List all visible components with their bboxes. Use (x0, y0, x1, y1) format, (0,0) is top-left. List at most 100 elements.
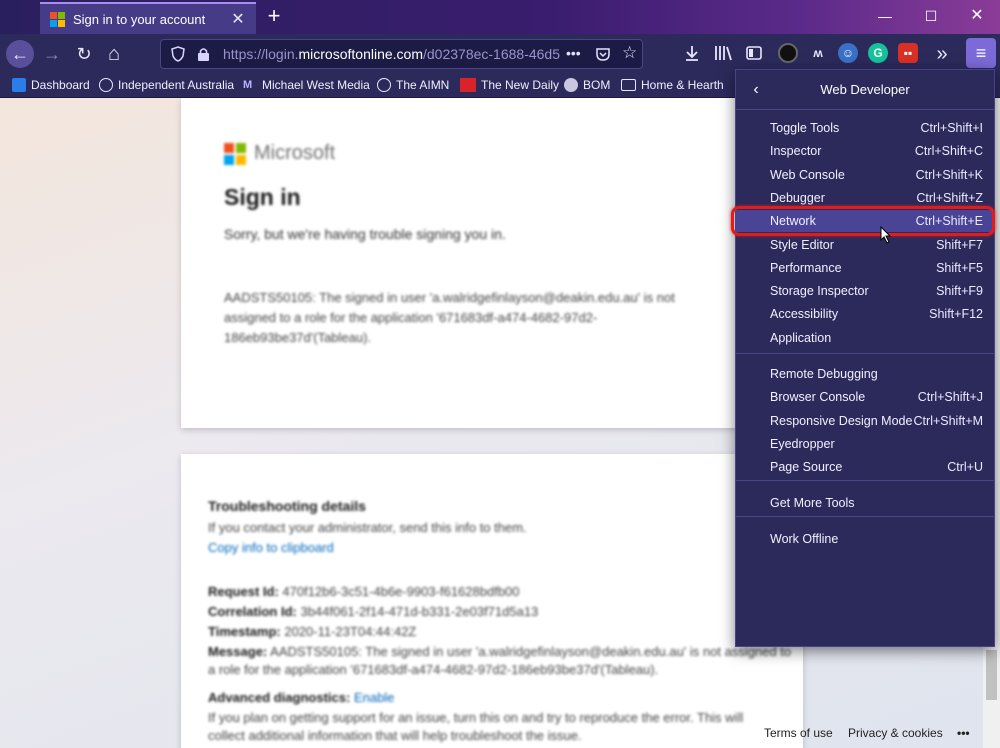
library-icon[interactable] (713, 44, 733, 62)
reload-button[interactable]: ↻ (70, 40, 98, 68)
menu-item-remote-debugging[interactable]: Remote Debugging (736, 363, 994, 385)
bookmark-label: Michael West Media (262, 78, 370, 92)
menu-item-shortcut: Ctrl+Shift+Z (916, 190, 983, 205)
lock-icon[interactable] (197, 47, 210, 62)
brand-name: Microsoft (254, 142, 336, 164)
menu-item-shortcut: Ctrl+Shift+C (914, 144, 983, 159)
menu-item-style-editor[interactable]: Style Editor Shift+F7 (736, 234, 994, 256)
menu-item-page-source[interactable]: Page Source Ctrl+U (736, 456, 994, 478)
extension-avatar-icon[interactable]: ☺ (838, 43, 858, 63)
correlation-id-value: 3b44f061-2f14-471d-b331-2e03f71d5a13 (300, 604, 539, 619)
shield-icon[interactable] (171, 46, 185, 62)
menu-item-eyedropper[interactable]: Eyedropper (736, 433, 994, 455)
menu-item-storage-inspector[interactable]: Storage Inspector Shift+F9 (736, 280, 994, 302)
menu-button[interactable]: ≡ (966, 38, 996, 68)
bookmark-label: Dashboard (31, 78, 90, 92)
request-id-value: 470f12b6-3c51-4b6e-9903-f61628bdfb00 (282, 584, 520, 599)
menu-item-performance[interactable]: Performance Shift+F5 (736, 257, 994, 279)
bookmark-bom[interactable]: BOM (564, 76, 610, 94)
menu-item-inspector[interactable]: Inspector Ctrl+Shift+C (736, 140, 994, 162)
pocket-icon[interactable] (595, 46, 611, 62)
message-value: AADSTS50105: The signed in user 'a.walri… (270, 644, 792, 659)
overflow-extensions-button[interactable]: » (928, 40, 956, 68)
extension-red-icon[interactable]: ▪▪ (898, 43, 918, 63)
correlation-id-label: Correlation Id: (208, 604, 297, 619)
highlight-annotation (731, 206, 995, 236)
url-path: /d02378ec-1688-46d5 (423, 46, 561, 62)
mw-logo-icon: M (243, 79, 253, 91)
menu-item-shortcut: Ctrl+Shift+J (917, 390, 983, 405)
menu-item-shortcut: Shift+F7 (936, 237, 983, 252)
bookmark-independent-australia[interactable]: Independent Australia (99, 76, 234, 94)
tab-sign-in[interactable]: Sign in to your account ✕ (40, 2, 256, 34)
menu-item-shortcut: Ctrl+Shift+M (913, 413, 983, 428)
home-button[interactable]: ⌂ (100, 40, 128, 68)
advanced-diagnostics-label: Advanced diagnostics: (208, 690, 351, 705)
menu-header: ‹ Web Developer (736, 70, 994, 110)
menu-item-get-more-tools[interactable]: Get More Tools (736, 492, 994, 514)
bookmark-michael-west-media[interactable]: M Michael West Media (243, 76, 370, 94)
page-actions-icon[interactable]: ••• (566, 45, 581, 61)
privacy-link[interactable]: Privacy & cookies (848, 726, 943, 740)
menu-item-work-offline[interactable]: Work Offline (736, 528, 994, 550)
close-tab-icon[interactable]: ✕ (230, 9, 246, 29)
message-row: Message: AADSTS50105: The signed in user… (208, 644, 791, 659)
menu-item-label: Inspector (770, 144, 822, 159)
menu-item-shortcut: Ctrl+Shift+I (920, 121, 983, 135)
bookmark-dashboard[interactable]: Dashboard (12, 76, 90, 94)
page-title: Sign in (224, 184, 301, 210)
url-bar[interactable]: https://login.microsoftonline.com/d02378… (160, 39, 643, 69)
contact-text: If you contact your administrator, send … (208, 520, 527, 535)
menu-item-label: Style Editor (770, 237, 834, 252)
bookmark-star-icon[interactable]: ☆ (622, 43, 637, 63)
bom-logo-icon (564, 78, 578, 92)
menu-separator (736, 353, 994, 354)
scrollbar-thumb[interactable] (986, 650, 997, 700)
menu-item-web-console[interactable]: Web Console Ctrl+Shift+K (736, 164, 994, 186)
timestamp-label: Timestamp: (208, 624, 281, 639)
terms-link[interactable]: Terms of use (764, 726, 833, 740)
sidebar-icon[interactable] (745, 44, 763, 62)
correlation-id-row: Correlation Id: 3b44f061-2f14-471d-b331-… (208, 604, 538, 619)
advanced-diagnostics-row: Advanced diagnostics: Enable (208, 690, 394, 705)
menu-item-browser-console[interactable]: Browser Console Ctrl+Shift+J (736, 386, 994, 408)
maximize-button[interactable]: ☐ (908, 0, 954, 32)
bookmark-folder-home-hearth[interactable]: Home & Hearth (621, 76, 724, 94)
navigation-bar: ← → ↻ ⌂ https://login.microsoftonline.co… (0, 34, 1000, 72)
enable-link[interactable]: Enable (354, 690, 394, 705)
troubleshooting-title: Troubleshooting details (208, 498, 366, 514)
copy-info-link[interactable]: Copy info to clipboard (208, 540, 334, 555)
globe-icon (377, 78, 391, 92)
new-tab-button[interactable]: + (262, 4, 286, 30)
message-row-2: a role for the application '671683df-a47… (208, 662, 659, 677)
bookmark-label: The New Daily (481, 78, 560, 92)
timestamp-row: Timestamp: 2020-11-23T04:44:42Z (208, 624, 416, 639)
globe-icon (99, 78, 113, 92)
menu-item-application[interactable]: Application (736, 327, 994, 349)
footer-more-icon[interactable]: ••• (957, 726, 970, 740)
grammarly-icon[interactable]: G (868, 43, 888, 63)
bookmark-the-aimn[interactable]: The AIMN (377, 76, 449, 94)
menu-item-label: Work Offline (770, 532, 839, 546)
window-close-button[interactable]: ✕ (954, 0, 1000, 32)
url-prefix: https://login. (223, 46, 299, 62)
menu-item-label: Accessibility (770, 307, 839, 322)
folder-icon (621, 79, 636, 91)
sign-in-card: Microsoft Sign in Sorry, but we're havin… (181, 98, 803, 428)
menu-item-label: Responsive Design Mode (770, 413, 913, 428)
menu-item-label: Eyedropper (770, 436, 835, 451)
forward-button[interactable]: → (38, 40, 66, 68)
back-button[interactable]: ← (6, 40, 34, 68)
menu-separator (736, 480, 994, 481)
menu-item-accessibility[interactable]: Accessibility Shift+F12 (736, 303, 994, 325)
minimize-button[interactable]: — (862, 0, 908, 32)
menu-separator (736, 516, 994, 517)
download-icon[interactable] (683, 44, 701, 62)
menu-item-toggle-tools[interactable]: Toggle Tools Ctrl+Shift+I (736, 117, 994, 139)
extension-m-icon[interactable]: ʍ (808, 43, 828, 63)
request-id-label: Request Id: (208, 584, 279, 599)
menu-item-responsive-design-mode[interactable]: Responsive Design Mode Ctrl+Shift+M (736, 410, 994, 432)
extension-dark-icon[interactable] (778, 43, 798, 63)
menu-item-shortcut: Shift+F5 (936, 260, 983, 275)
bookmark-the-new-daily[interactable]: The New Daily (460, 76, 559, 94)
